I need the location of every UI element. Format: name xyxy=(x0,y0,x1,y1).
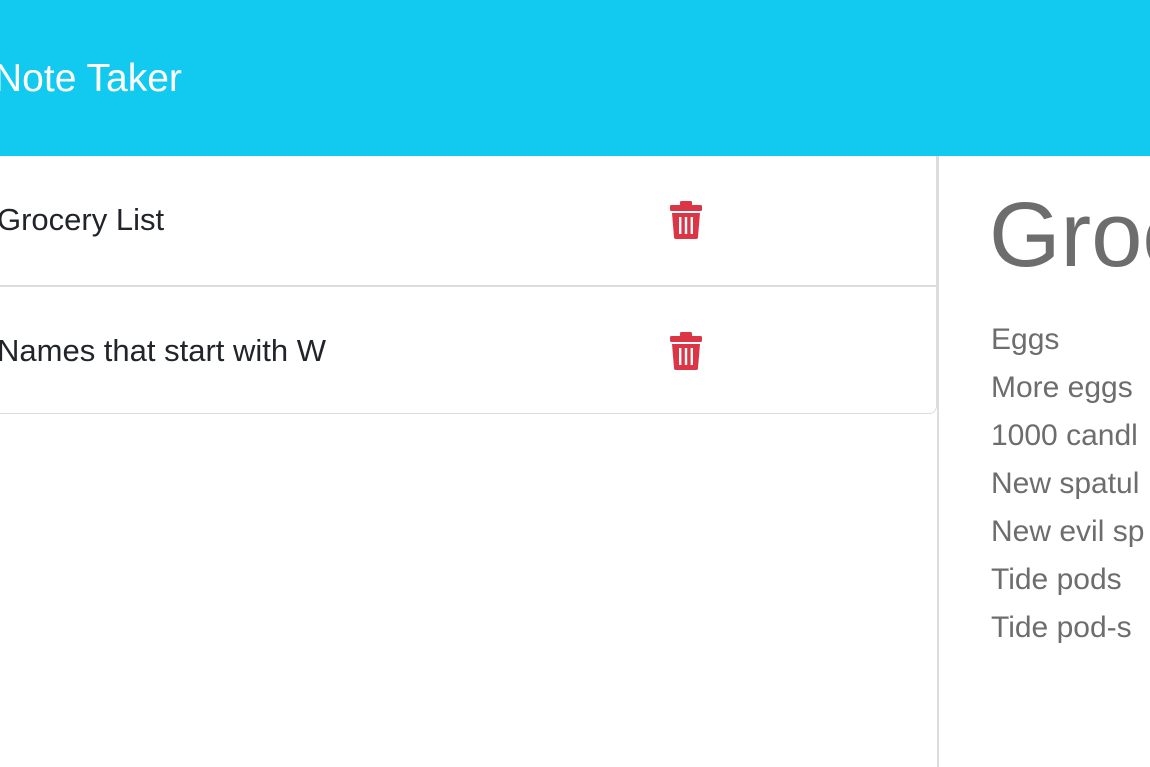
trash-icon xyxy=(670,332,702,370)
note-text-line: Tide pods xyxy=(991,563,1122,596)
list-item-grocery-list[interactable]: Grocery List xyxy=(0,156,936,285)
note-text-line: New spatul xyxy=(991,467,1140,500)
note-title-field[interactable]: Groc xyxy=(991,180,1150,290)
note-text-line: Eggs xyxy=(991,323,1060,356)
delete-note-button[interactable] xyxy=(669,332,703,370)
app-header: Note Taker xyxy=(0,0,1150,156)
list-item-names-w[interactable]: Names that start with W xyxy=(0,285,936,414)
panel-divider xyxy=(937,156,939,767)
note-title: Names that start with W xyxy=(0,333,327,368)
note-title: Grocery List xyxy=(0,202,165,237)
app-title[interactable]: Note Taker xyxy=(0,56,182,102)
note-text-line: New evil sp xyxy=(991,515,1145,548)
note-text-line: Tide pod-s xyxy=(991,611,1132,644)
trash-icon xyxy=(670,201,702,239)
note-editor: Groc Eggs More eggs 1000 candl New spatu… xyxy=(991,156,1150,767)
note-list: Grocery List Names that start with W xyxy=(0,156,937,414)
note-text-line: More eggs xyxy=(991,371,1133,404)
note-text-area[interactable]: Eggs More eggs 1000 candl New spatul New… xyxy=(991,316,1150,652)
delete-note-button[interactable] xyxy=(669,201,703,239)
note-text-line: 1000 candl xyxy=(991,419,1138,452)
